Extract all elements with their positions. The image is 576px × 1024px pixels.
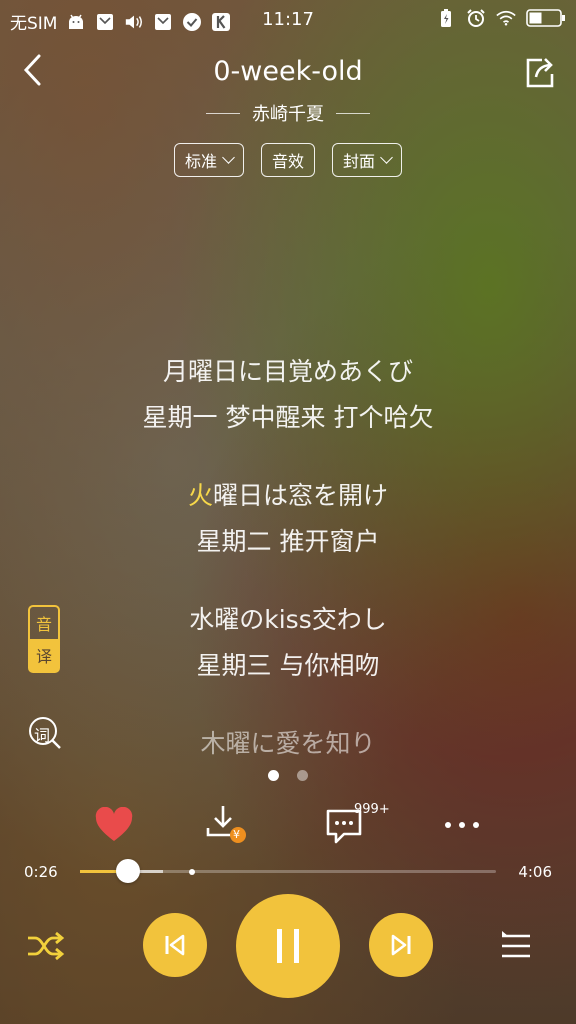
page-dot-active xyxy=(268,770,279,781)
artist-row: 赤崎千夏 xyxy=(0,100,576,126)
sound-effect-label: 音效 xyxy=(271,152,304,171)
lyrics-search-label: 词 xyxy=(34,726,51,745)
status-bar: 无SIM 11:17 xyxy=(0,0,576,40)
transliteration-option[interactable]: 音 xyxy=(30,607,58,639)
shuffle-icon xyxy=(28,931,65,961)
divider-right xyxy=(336,112,370,114)
comment-count-badge: 999+ xyxy=(354,802,390,817)
shuffle-button[interactable] xyxy=(26,926,66,966)
translation-option[interactable]: 译 xyxy=(30,639,58,671)
quality-dropdown[interactable]: 标准 xyxy=(173,143,244,177)
battery-icon xyxy=(526,8,566,28)
option-chips: 标准 音效 封面 xyxy=(0,143,576,177)
lyric-translation: 星期一 梦中醒来 打个哈欠 xyxy=(142,403,434,432)
lyric-translation: 星期三 与你相吻 xyxy=(196,651,380,680)
share-button[interactable] xyxy=(520,52,560,92)
action-row: ¥ xyxy=(0,800,576,850)
lyric-rest: 曜日は窓を開け xyxy=(213,481,389,510)
next-button[interactable] xyxy=(369,913,433,977)
pause-button[interactable] xyxy=(236,894,340,998)
progress-thumb[interactable] xyxy=(116,859,140,883)
more-button[interactable] xyxy=(440,803,484,847)
pause-icon xyxy=(277,929,299,963)
lyric-line: 木曜に愛を知り xyxy=(200,729,376,758)
download-icon xyxy=(206,806,246,843)
like-button[interactable] xyxy=(92,803,136,847)
lyric-line-current: 火曜日は窓を開け xyxy=(0,476,576,512)
battery-saver-icon xyxy=(436,8,456,28)
divider-left xyxy=(206,112,240,114)
lyric-line: 水曜のkiss交わし xyxy=(189,605,387,634)
paid-coin-label: ¥ xyxy=(233,828,240,841)
previous-button[interactable] xyxy=(143,913,207,977)
skip-next-icon xyxy=(391,934,411,956)
wifi-icon xyxy=(496,8,516,28)
chevron-down-icon xyxy=(222,151,235,164)
playlist-icon xyxy=(502,931,530,958)
share-icon xyxy=(526,58,554,88)
skip-previous-icon xyxy=(165,934,185,956)
alarm-icon xyxy=(466,8,486,28)
quality-label: 标准 xyxy=(184,152,217,171)
page-indicator xyxy=(0,770,576,781)
lyric-line: 月曜日に目覚めあくび xyxy=(162,357,413,386)
cover-dropdown[interactable]: 封面 xyxy=(332,143,403,177)
more-icon xyxy=(445,822,479,828)
heart-icon xyxy=(95,807,133,841)
lyrics-search-button[interactable]: 词 xyxy=(28,716,61,749)
artist-name[interactable]: 赤崎千夏 xyxy=(252,100,324,126)
page-dot xyxy=(297,770,308,781)
sound-effect-button[interactable]: 音效 xyxy=(260,143,315,177)
progress-marker xyxy=(189,869,195,875)
download-button[interactable]: ¥ xyxy=(204,802,248,846)
total-time: 4:06 xyxy=(518,863,552,881)
lyric-translation: 星期二 推开窗户 xyxy=(196,527,380,556)
current-time: 0:26 xyxy=(24,863,58,881)
cover-label: 封面 xyxy=(343,152,376,171)
lyric-highlight: 火 xyxy=(187,481,213,510)
playlist-button[interactable] xyxy=(496,928,536,964)
transliteration-translation-toggle[interactable]: 音 译 xyxy=(28,605,60,673)
song-title: 0-week-old xyxy=(213,56,363,87)
chevron-down-icon xyxy=(380,151,393,164)
